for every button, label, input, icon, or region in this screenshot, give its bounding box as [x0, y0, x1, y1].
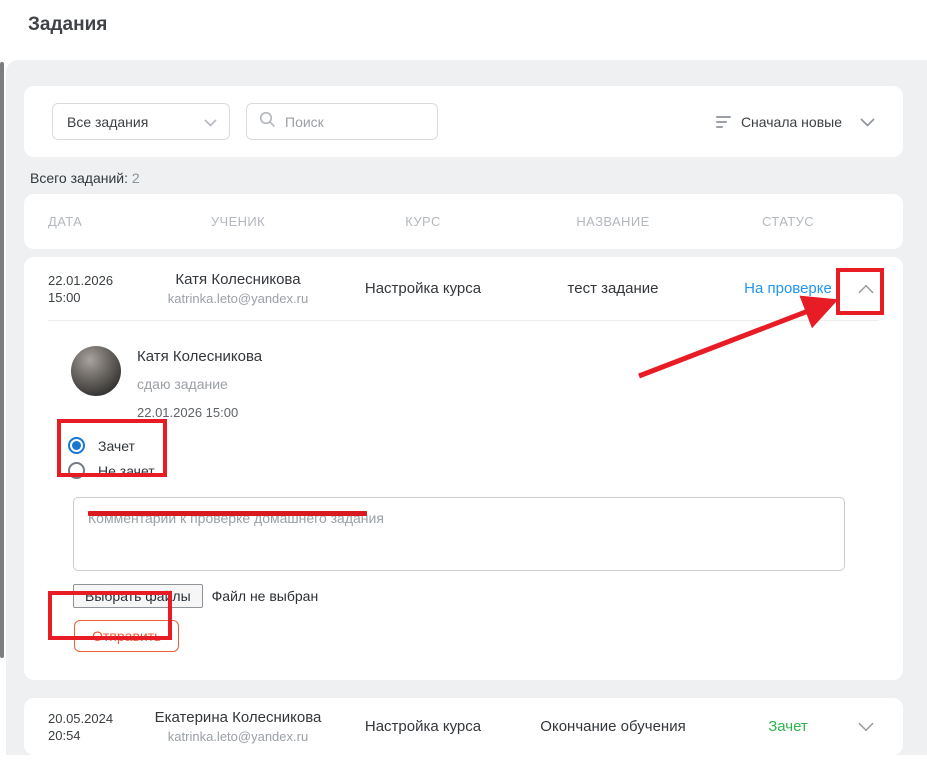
task-filter-select[interactable]: Все задания	[52, 103, 230, 140]
column-header-status: СТАТУС	[718, 214, 858, 229]
collapse-row-button[interactable]	[858, 284, 874, 294]
task-student: Катя Колесникова katrinka.leto@yandex.ru	[138, 271, 338, 306]
task-filter-value: Все задания	[67, 114, 148, 130]
column-header-course: КУРС	[338, 214, 508, 229]
avatar	[71, 346, 121, 396]
chevron-up-icon	[858, 284, 874, 294]
task-title: тест задание	[508, 280, 718, 297]
task-course: Настройка курса	[338, 280, 508, 297]
chevron-down-icon	[860, 114, 875, 130]
left-scrollbar[interactable]	[0, 62, 4, 658]
task-row-expanded: 22.01.2026 15:00 Катя Колесникова katrin…	[24, 257, 903, 680]
submission-timestamp: 22.01.2026 15:00	[137, 405, 262, 420]
submission-author-row: Катя Колесникова сдаю задание 22.01.2026…	[71, 346, 879, 420]
task-student-email: katrinka.leto@yandex.ru	[138, 291, 338, 306]
toolbar: Все задания Сначала новые	[24, 86, 903, 157]
task-date: 20.05.2024 20:54	[48, 710, 138, 744]
submission-author-name: Катя Колесникова	[137, 346, 262, 365]
task-student-email: katrinka.leto@yandex.ru	[138, 729, 338, 744]
file-upload-row: Выбрать файлы Файл не выбран	[73, 584, 879, 608]
file-status-text: Файл не выбран	[212, 588, 319, 604]
totals-value: 2	[132, 170, 140, 186]
totals-line: Всего заданий: 2	[30, 170, 903, 186]
task-status: На проверке	[718, 280, 858, 297]
sort-label: Сначала новые	[741, 114, 842, 130]
comment-area	[73, 497, 879, 576]
column-header-student: УЧЕНИК	[138, 214, 338, 229]
task-row-collapsed: 20.05.2024 20:54 Екатерина Колесникова k…	[24, 698, 903, 755]
submission-message: сдаю задание	[137, 376, 262, 392]
radio-selected-icon[interactable]	[68, 437, 85, 454]
comment-textarea[interactable]	[73, 497, 845, 571]
tasks-panel: Все задания Сначала новые Всего заданий:…	[6, 60, 927, 755]
grade-option-pass[interactable]: Зачет	[68, 433, 879, 458]
radio-unselected-icon[interactable]	[68, 462, 85, 479]
search-box[interactable]	[246, 103, 438, 140]
page-title: Задания	[0, 0, 927, 36]
grade-radio-group: Зачет Не зачет	[68, 433, 879, 483]
task-date: 22.01.2026 15:00	[48, 272, 138, 306]
totals-label: Всего заданий:	[30, 170, 128, 186]
choose-files-button[interactable]: Выбрать файлы	[73, 584, 203, 608]
table-row[interactable]: 22.01.2026 15:00 Катя Колесникова katrin…	[24, 257, 903, 320]
sort-lines-icon	[716, 116, 731, 128]
table-header: ДАТА УЧЕНИК КУРС НАЗВАНИЕ СТАТУС	[24, 194, 903, 249]
task-course: Настройка курса	[338, 718, 508, 735]
submission-thread: Катя Колесникова сдаю задание 22.01.2026…	[24, 321, 903, 680]
search-input[interactable]	[285, 114, 427, 130]
grade-option-fail[interactable]: Не зачет	[68, 458, 879, 483]
search-icon	[259, 111, 276, 133]
task-title: Окончание обучения	[508, 718, 718, 735]
sort-control[interactable]: Сначала новые	[716, 114, 875, 130]
expand-row-button[interactable]	[858, 722, 874, 732]
grade-option-pass-label: Зачет	[98, 438, 135, 454]
column-header-date: ДАТА	[48, 214, 138, 229]
task-student: Екатерина Колесникова katrinka.leto@yand…	[138, 709, 338, 744]
grade-option-fail-label: Не зачет	[98, 463, 155, 479]
chevron-down-icon	[858, 722, 874, 732]
task-status: Зачет	[718, 718, 858, 735]
submit-button[interactable]: Отправить	[74, 620, 179, 652]
column-header-title: НАЗВАНИЕ	[508, 214, 718, 229]
table-row[interactable]: 20.05.2024 20:54 Екатерина Колесникова k…	[24, 698, 903, 755]
chevron-down-icon	[204, 114, 217, 130]
